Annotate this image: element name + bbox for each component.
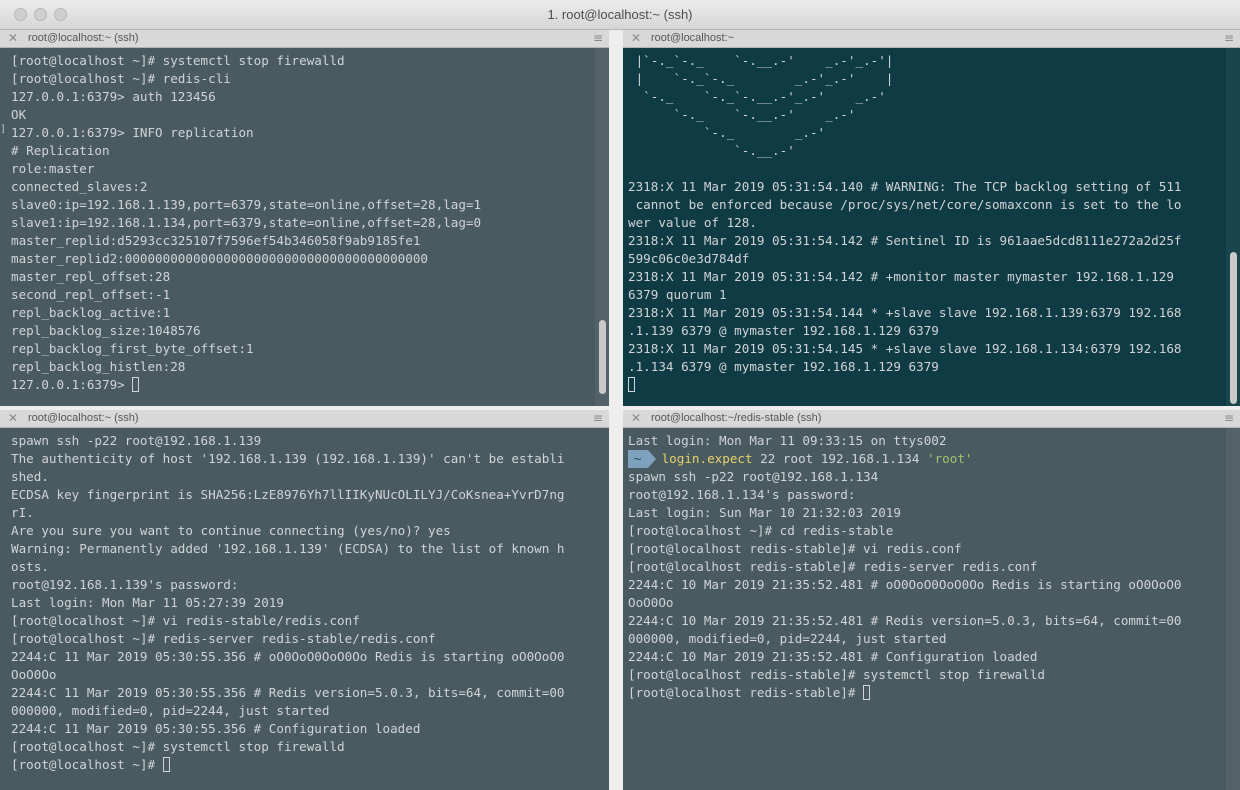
text-cursor: [863, 685, 871, 700]
last-login-line: Last login: Mon Mar 11 09:33:15 on ttys0…: [628, 433, 947, 448]
scrollbar[interactable]: [1226, 428, 1240, 790]
terminal-output[interactable]: spawn ssh -p22 root@192.168.1.139 The au…: [0, 428, 609, 790]
pane-divider-vertical[interactable]: [609, 30, 623, 790]
scrollbar[interactable]: [595, 48, 609, 406]
text-cursor: [628, 377, 635, 392]
text-cursor: [132, 377, 140, 392]
close-icon[interactable]: ✕: [631, 411, 641, 425]
close-icon[interactable]: ✕: [8, 411, 18, 425]
pane-header[interactable]: ✕ root@localhost:~ (ssh) ≡: [0, 30, 609, 48]
scrollbar[interactable]: [1226, 48, 1240, 406]
pane-header[interactable]: ✕ root@localhost:~ ≡: [623, 30, 1240, 48]
pane-title: root@localhost:~: [651, 32, 735, 44]
pane-title: root@localhost:~ (ssh): [28, 412, 139, 424]
terminal-text: [root@localhost ~]# systemctl stop firew…: [11, 53, 482, 392]
pane-divider-horizontal-right[interactable]: [623, 406, 1240, 410]
close-icon[interactable]: ✕: [631, 31, 641, 45]
title-bar[interactable]: 1. root@localhost:~ (ssh): [0, 0, 1240, 30]
terminal-text: spawn ssh -p22 root@192.168.1.134 root@1…: [628, 469, 1182, 700]
terminal-text: spawn ssh -p22 root@192.168.1.139 The au…: [11, 433, 565, 772]
close-icon[interactable]: ✕: [8, 31, 18, 45]
text-cursor: [162, 757, 170, 772]
pane-top-right[interactable]: ✕ root@localhost:~ ≡ |`-._`-._ `-.__.-' …: [623, 30, 1240, 406]
terminal-text: |`-._`-._ `-.__.-' _.-'_.-'| | `-._`-._ …: [628, 53, 1182, 374]
command-args: 22 root 192.168.1.134: [752, 451, 927, 466]
pane-title: root@localhost:~ (ssh): [28, 32, 139, 44]
pane-header[interactable]: ✕ root@localhost:~/redis-stable (ssh) ≡: [623, 410, 1240, 428]
command-string-arg: 'root': [926, 451, 973, 466]
terminal-output[interactable]: Last login: Mon Mar 11 09:33:15 on ttys0…: [623, 428, 1240, 790]
terminal-window: 1. root@localhost:~ (ssh) ✕ root@localho…: [0, 0, 1240, 790]
scrollbar-thumb[interactable]: [599, 320, 606, 394]
hamburger-menu-icon[interactable]: ≡: [593, 411, 603, 425]
edge-bracket-icon: ]: [0, 124, 7, 135]
scrollbar-thumb[interactable]: [1230, 252, 1237, 404]
hamburger-menu-icon[interactable]: ≡: [1224, 31, 1234, 45]
command-text: login.expect: [661, 451, 753, 466]
pane-bottom-left[interactable]: ✕ root@localhost:~ (ssh) ≡ spawn ssh -p2…: [0, 410, 609, 790]
pane-title: root@localhost:~/redis-stable (ssh): [651, 412, 822, 424]
pane-top-left[interactable]: ✕ root@localhost:~ (ssh) ≡ [root@localho…: [0, 30, 609, 406]
prompt-badge: ~: [628, 450, 656, 468]
hamburger-menu-icon[interactable]: ≡: [1224, 411, 1234, 425]
hamburger-menu-icon[interactable]: ≡: [593, 31, 603, 45]
pane-header[interactable]: ✕ root@localhost:~ (ssh) ≡: [0, 410, 609, 428]
pane-bottom-right[interactable]: ✕ root@localhost:~/redis-stable (ssh) ≡ …: [623, 410, 1240, 790]
terminal-output[interactable]: [root@localhost ~]# systemctl stop firew…: [0, 48, 609, 406]
window-title: 1. root@localhost:~ (ssh): [547, 7, 693, 22]
terminal-output[interactable]: |`-._`-._ `-.__.-' _.-'_.-'| | `-._`-._ …: [623, 48, 1240, 406]
pane-divider-horizontal-left[interactable]: [0, 406, 609, 410]
